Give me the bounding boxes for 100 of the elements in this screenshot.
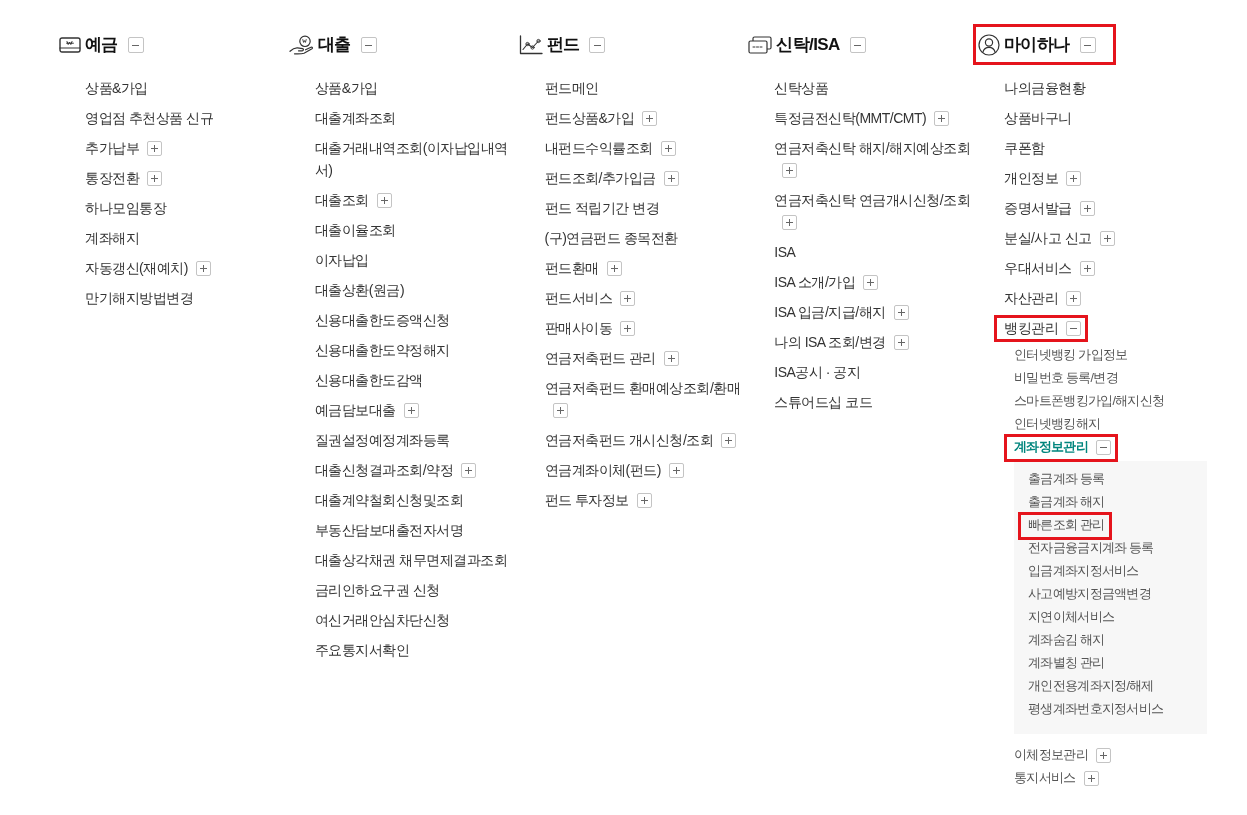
menu-link[interactable]: 출금계좌 해지 — [1028, 491, 1105, 514]
menu-link[interactable]: 계좌정보관리 — [1014, 436, 1088, 459]
menu-link[interactable]: 연금저축펀드 관리 — [544, 347, 656, 369]
menu-link[interactable]: 신탁상품 — [774, 77, 829, 99]
menu-link[interactable]: 펀드메인 — [544, 77, 599, 99]
expand-button[interactable] — [1079, 201, 1095, 216]
collapse-button[interactable] — [1095, 440, 1111, 455]
expand-button[interactable] — [147, 141, 162, 156]
expand-button[interactable] — [1066, 291, 1081, 306]
menu-link[interactable]: 연금계좌이체(펀드) — [544, 459, 661, 481]
menu-link[interactable]: 우대서비스 — [1004, 257, 1072, 279]
menu-link[interactable]: 펀드서비스 — [544, 287, 612, 309]
expand-button[interactable] — [1083, 771, 1099, 786]
menu-link[interactable]: 주요통지서확인 — [314, 639, 410, 661]
menu-link[interactable]: 대출계좌조회 — [314, 107, 396, 129]
menu-link[interactable]: 인터넷뱅킹해지 — [1014, 413, 1101, 436]
expand-button[interactable] — [1099, 231, 1115, 246]
menu-link[interactable]: 펀드상품&가입 — [544, 107, 635, 129]
menu-link[interactable]: 연금저축펀드 개시신청/조회 — [544, 429, 714, 451]
expand-button[interactable] — [863, 275, 879, 290]
expand-button[interactable] — [893, 305, 909, 320]
menu-link[interactable]: 펀드 적립기간 변경 — [544, 197, 660, 219]
menu-link[interactable]: 빠른조회 관리 — [1028, 514, 1105, 537]
menu-link[interactable]: 분실/사고 신고 — [1004, 227, 1092, 249]
menu-link[interactable]: 신용대출한도감액 — [314, 369, 423, 391]
expand-button[interactable] — [620, 321, 635, 336]
expand-button[interactable] — [403, 403, 419, 418]
menu-link[interactable]: 쿠폰함 — [1004, 137, 1045, 159]
menu-link[interactable]: 연금저축신탁 연금개시신청/조회 — [774, 189, 971, 211]
menu-link[interactable]: 개인정보 — [1004, 167, 1058, 189]
menu-link[interactable]: ISA 소개/가입 — [774, 271, 856, 293]
menu-link[interactable]: 자산관리 — [1004, 287, 1058, 309]
expand-button[interactable] — [782, 163, 798, 178]
menu-link[interactable]: 부동산담보대출전자서명 — [314, 519, 464, 541]
menu-link[interactable]: 신용대출한도약정해지 — [314, 339, 450, 361]
menu-link[interactable]: 계좌별칭 관리 — [1028, 652, 1105, 675]
menu-link[interactable]: 예금담보대출 — [314, 399, 396, 421]
menu-link[interactable]: ISA공시 · 공지 — [774, 361, 861, 383]
menu-link[interactable]: ISA 입금/지급/해지 — [774, 301, 886, 323]
expand-button[interactable] — [147, 171, 162, 186]
menu-link[interactable]: 펀드 투자정보 — [544, 489, 629, 511]
menu-link[interactable]: 질권설정예정계좌등록 — [314, 429, 450, 451]
expand-button[interactable] — [1066, 171, 1081, 186]
menu-link[interactable]: 금리인하요구권 신청 — [314, 579, 440, 601]
menu-link[interactable]: 통지서비스 — [1014, 767, 1076, 790]
menu-link[interactable]: 영업점 추천상품 신규 — [85, 107, 214, 129]
menu-link[interactable]: 이체정보관리 — [1014, 744, 1088, 767]
expand-button[interactable] — [636, 493, 652, 508]
menu-link[interactable]: 대출조회 — [314, 189, 369, 211]
menu-link[interactable]: 입금계좌지정서비스 — [1028, 560, 1139, 583]
menu-link[interactable]: 상품&가입 — [85, 77, 148, 99]
collapse-button[interactable] — [849, 37, 866, 53]
menu-link[interactable]: 연금저축신탁 해지/해지예상조회 — [774, 137, 971, 159]
menu-link[interactable]: 추가납부 — [85, 137, 139, 159]
expand-button[interactable] — [782, 215, 798, 230]
menu-link[interactable]: 비밀번호 등록/변경 — [1014, 367, 1118, 390]
expand-button[interactable] — [660, 141, 676, 156]
menu-link[interactable]: ISA — [774, 241, 796, 263]
menu-link[interactable]: 전자금융금지계좌 등록 — [1028, 537, 1154, 560]
menu-link[interactable]: 여신거래안심차단신청 — [314, 609, 450, 631]
menu-link[interactable]: 사고예방지정금액변경 — [1028, 583, 1151, 606]
expand-button[interactable] — [668, 463, 684, 478]
menu-link[interactable]: 만기해지방법변경 — [85, 287, 193, 309]
expand-button[interactable] — [195, 261, 211, 276]
menu-link[interactable]: 평생계좌번호지정서비스 — [1028, 698, 1164, 721]
menu-link[interactable]: 자동갱신(재예치) — [85, 257, 188, 279]
menu-link[interactable]: 지연이체서비스 — [1028, 606, 1115, 629]
menu-link[interactable]: 대출거래내역조회(이자납입내역서) — [314, 137, 517, 181]
menu-link[interactable]: 판매사이동 — [544, 317, 612, 339]
expand-button[interactable] — [721, 433, 737, 448]
expand-button[interactable] — [461, 463, 477, 478]
menu-link[interactable]: 계좌해지 — [85, 227, 139, 249]
expand-button[interactable] — [552, 403, 568, 418]
menu-link[interactable]: 나의금융현황 — [1004, 77, 1085, 99]
menu-link[interactable]: 대출신청결과조회/약정 — [314, 459, 454, 481]
collapse-button[interactable] — [360, 37, 377, 53]
expand-button[interactable] — [376, 193, 392, 208]
menu-link[interactable]: 이자납입 — [314, 249, 369, 271]
expand-button[interactable] — [1095, 748, 1111, 763]
expand-button[interactable] — [893, 335, 909, 350]
menu-link[interactable]: 신용대출한도증액신청 — [314, 309, 450, 331]
menu-link[interactable]: 인터넷뱅킹 가입정보 — [1014, 344, 1128, 367]
menu-link[interactable]: 상품&가입 — [314, 77, 378, 99]
expand-button[interactable] — [606, 261, 622, 276]
menu-link[interactable]: 나의 ISA 조회/변경 — [774, 331, 886, 353]
menu-link[interactable]: 연금저축펀드 환매예상조회/환매 — [544, 377, 741, 399]
menu-link[interactable]: 뱅킹관리 — [1004, 317, 1058, 339]
menu-link[interactable]: 스튜어드십 코드 — [774, 391, 873, 413]
expand-button[interactable] — [620, 291, 635, 306]
menu-link[interactable]: (구)연금펀드 종목전환 — [544, 227, 678, 249]
menu-link[interactable]: 출금계좌 등록 — [1028, 468, 1105, 491]
collapse-button[interactable] — [589, 37, 606, 53]
menu-link[interactable]: 펀드환매 — [544, 257, 599, 279]
menu-link[interactable]: 하나모임통장 — [85, 197, 166, 219]
expand-button[interactable] — [663, 171, 679, 186]
collapse-button[interactable] — [127, 37, 144, 53]
menu-link[interactable]: 스마트폰뱅킹가입/해지신청 — [1014, 390, 1165, 413]
collapse-button[interactable] — [1066, 321, 1081, 336]
expand-button[interactable] — [934, 111, 950, 126]
menu-link[interactable]: 대출상각채권 채무면제결과조회 — [314, 549, 508, 571]
